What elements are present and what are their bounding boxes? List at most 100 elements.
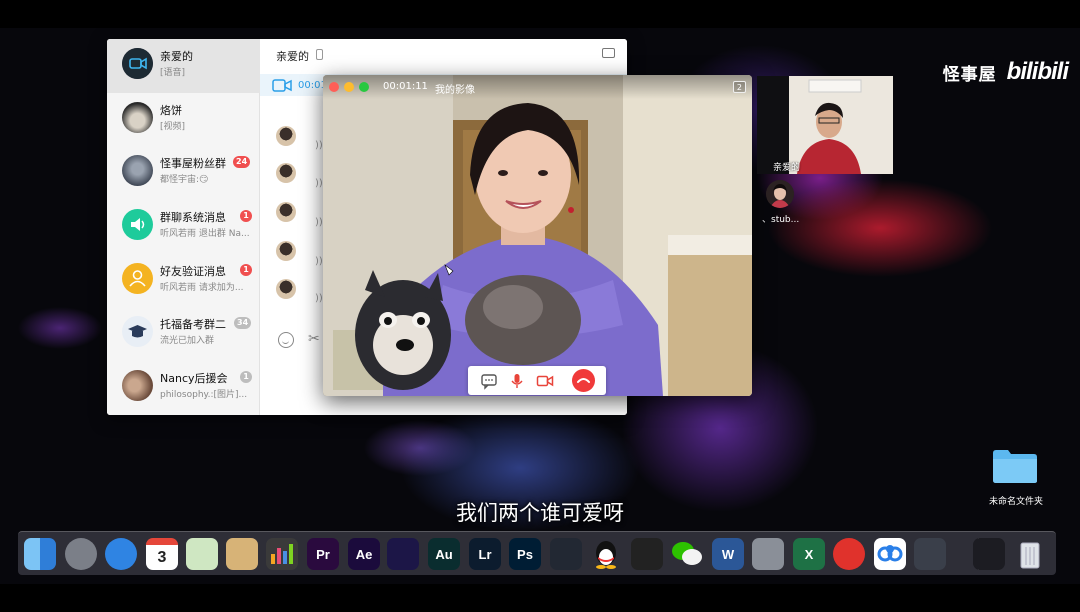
participant-avatar[interactable] — [766, 180, 794, 208]
unread-badge: 34 — [234, 317, 252, 329]
davinci-resolve-icon[interactable] — [550, 538, 582, 570]
voice-message-icon[interactable]: )) — [315, 140, 323, 151]
conversation-preview: 都怪宇宙:😏 — [160, 175, 209, 185]
camera-icon[interactable] — [536, 372, 554, 390]
conversation-name: Nancy后援会 — [160, 372, 228, 385]
avatar — [122, 370, 153, 401]
conversation-preview: 听风若雨 请求加为... — [160, 283, 244, 293]
baidu-netdisk-icon[interactable] — [874, 538, 906, 570]
bilibili-watermark: 怪事屋 bilibili — [942, 58, 1069, 86]
finder-icon[interactable] — [24, 538, 56, 570]
word-icon[interactable]: W — [712, 538, 744, 570]
avatar — [122, 263, 153, 294]
conversation-preview: philosophy.:[图片]... — [160, 390, 248, 400]
conversation-name: 烙饼 — [160, 104, 182, 117]
premiere-icon[interactable]: Pr — [307, 538, 339, 570]
message-avatar — [276, 241, 296, 261]
conversation-name: 托福备考群二 — [160, 318, 226, 331]
conversation-name: 怪事屋粉丝群 — [160, 157, 226, 170]
keynote-chart-icon[interactable] — [266, 538, 298, 570]
avatar — [122, 48, 153, 79]
message-icon[interactable] — [480, 372, 498, 390]
avatar — [122, 209, 153, 240]
hang-up-button[interactable] — [572, 369, 595, 392]
video-subtitle: 我们两个谁可爱呀 — [456, 501, 624, 525]
lightroom-icon[interactable]: Lr — [469, 538, 501, 570]
conversation-name: 好友验证消息 — [160, 265, 226, 278]
audition-icon[interactable]: Au — [428, 538, 460, 570]
message-avatar — [276, 126, 296, 146]
screenshot-folder-icon[interactable] — [973, 538, 1005, 570]
call-controls-bar — [468, 366, 606, 395]
phone-icon — [316, 49, 323, 60]
system-preferences-icon[interactable] — [752, 538, 784, 570]
voice-message-icon[interactable]: )) — [315, 217, 323, 228]
final-cut-icon[interactable] — [631, 538, 663, 570]
channel-name: 怪事屋 — [942, 64, 997, 85]
folder-icon — [993, 450, 1037, 483]
screen-share-icon[interactable] — [602, 48, 615, 58]
conversation-preview: 听风若雨 退出群 Na... — [160, 229, 250, 239]
unread-badge: 24 — [233, 156, 251, 168]
conversation-item[interactable]: 怪事屋粉丝群 都怪宇宙:😏 24 — [107, 146, 260, 200]
scissors-icon[interactable]: ✂ — [308, 331, 320, 347]
avatar — [122, 316, 153, 347]
call-timer: 00:01:11 — [383, 81, 428, 92]
preview-icon[interactable] — [226, 538, 258, 570]
dock: 3 Pr Ae Au Lr Ps W X — [18, 531, 1056, 575]
conversation-item[interactable]: Nancy后援会 philosophy.:[图片]... 1 — [107, 361, 260, 415]
bilibili-logo: bilibili — [1006, 58, 1069, 85]
trash-icon[interactable] — [1014, 538, 1046, 570]
qq-icon[interactable] — [590, 538, 622, 570]
quicktime-icon[interactable] — [914, 538, 946, 570]
participant-count-badge[interactable]: 2 — [732, 81, 746, 93]
letterbox-bottom — [0, 584, 1080, 612]
microphone-icon[interactable] — [508, 372, 526, 390]
avatar — [122, 102, 153, 133]
message-avatar — [276, 279, 296, 299]
voice-message-icon[interactable]: )) — [315, 256, 323, 267]
conversation-item[interactable]: 好友验证消息 听风若雨 请求加为... 1 — [107, 254, 260, 308]
remote-participant-name: 亲爱的 — [773, 163, 801, 173]
avatar — [122, 155, 153, 186]
participant-avatar-name: 、stub... — [762, 215, 800, 225]
close-window-button[interactable] — [329, 82, 339, 92]
zoom-window-button[interactable] — [359, 82, 369, 92]
voice-message-icon[interactable]: )) — [315, 178, 323, 189]
unread-badge: 1 — [240, 371, 252, 383]
video-call-window: 00:01:11 我的影像 2 — [323, 75, 752, 396]
safari-icon[interactable] — [105, 538, 137, 570]
maps-icon[interactable] — [186, 538, 218, 570]
conversation-item[interactable]: 托福备考群二 流光已加入群 34 — [107, 307, 260, 361]
message-avatar — [276, 202, 296, 222]
video-title: 我的影像 — [435, 85, 475, 96]
launchpad-icon[interactable] — [65, 538, 97, 570]
minimize-window-button[interactable] — [344, 82, 354, 92]
chat-title: 亲爱的 — [276, 50, 309, 63]
video-call-icon — [272, 79, 292, 92]
conversation-list: 亲爱的 [语音] 烙饼 [视频] 怪事屋粉丝群 都怪宇宙:😏 24 群聊系统消息… — [107, 39, 260, 415]
message-avatar — [276, 163, 296, 183]
conversation-name: 亲爱的 — [160, 50, 193, 63]
conversation-item[interactable]: 亲爱的 [语音] — [107, 39, 260, 93]
unread-badge: 1 — [240, 264, 252, 276]
media-encoder-icon[interactable] — [387, 538, 419, 570]
letterbox-top — [0, 0, 1080, 28]
conversation-preview: 流光已加入群 — [160, 336, 215, 346]
conversation-preview: [语音] — [160, 68, 186, 78]
conversation-item[interactable]: 烙饼 [视频] — [107, 93, 260, 147]
after-effects-icon[interactable]: Ae — [348, 538, 380, 570]
video-feed — [323, 75, 752, 396]
calendar-icon[interactable]: 3 — [146, 538, 178, 570]
conversation-name: 群聊系统消息 — [160, 211, 226, 224]
conversation-item[interactable]: 群聊系统消息 听风若雨 退出群 Na... 1 — [107, 200, 260, 254]
voice-message-icon[interactable]: )) — [315, 293, 323, 304]
photoshop-icon[interactable]: Ps — [509, 538, 541, 570]
netease-music-icon[interactable] — [833, 538, 865, 570]
unread-badge: 1 — [240, 210, 252, 222]
excel-icon[interactable]: X — [793, 538, 825, 570]
hang-up-icon — [577, 378, 590, 383]
wechat-icon[interactable] — [671, 538, 703, 570]
emoji-icon[interactable] — [278, 332, 294, 348]
conversation-preview: [视频] — [160, 122, 186, 132]
